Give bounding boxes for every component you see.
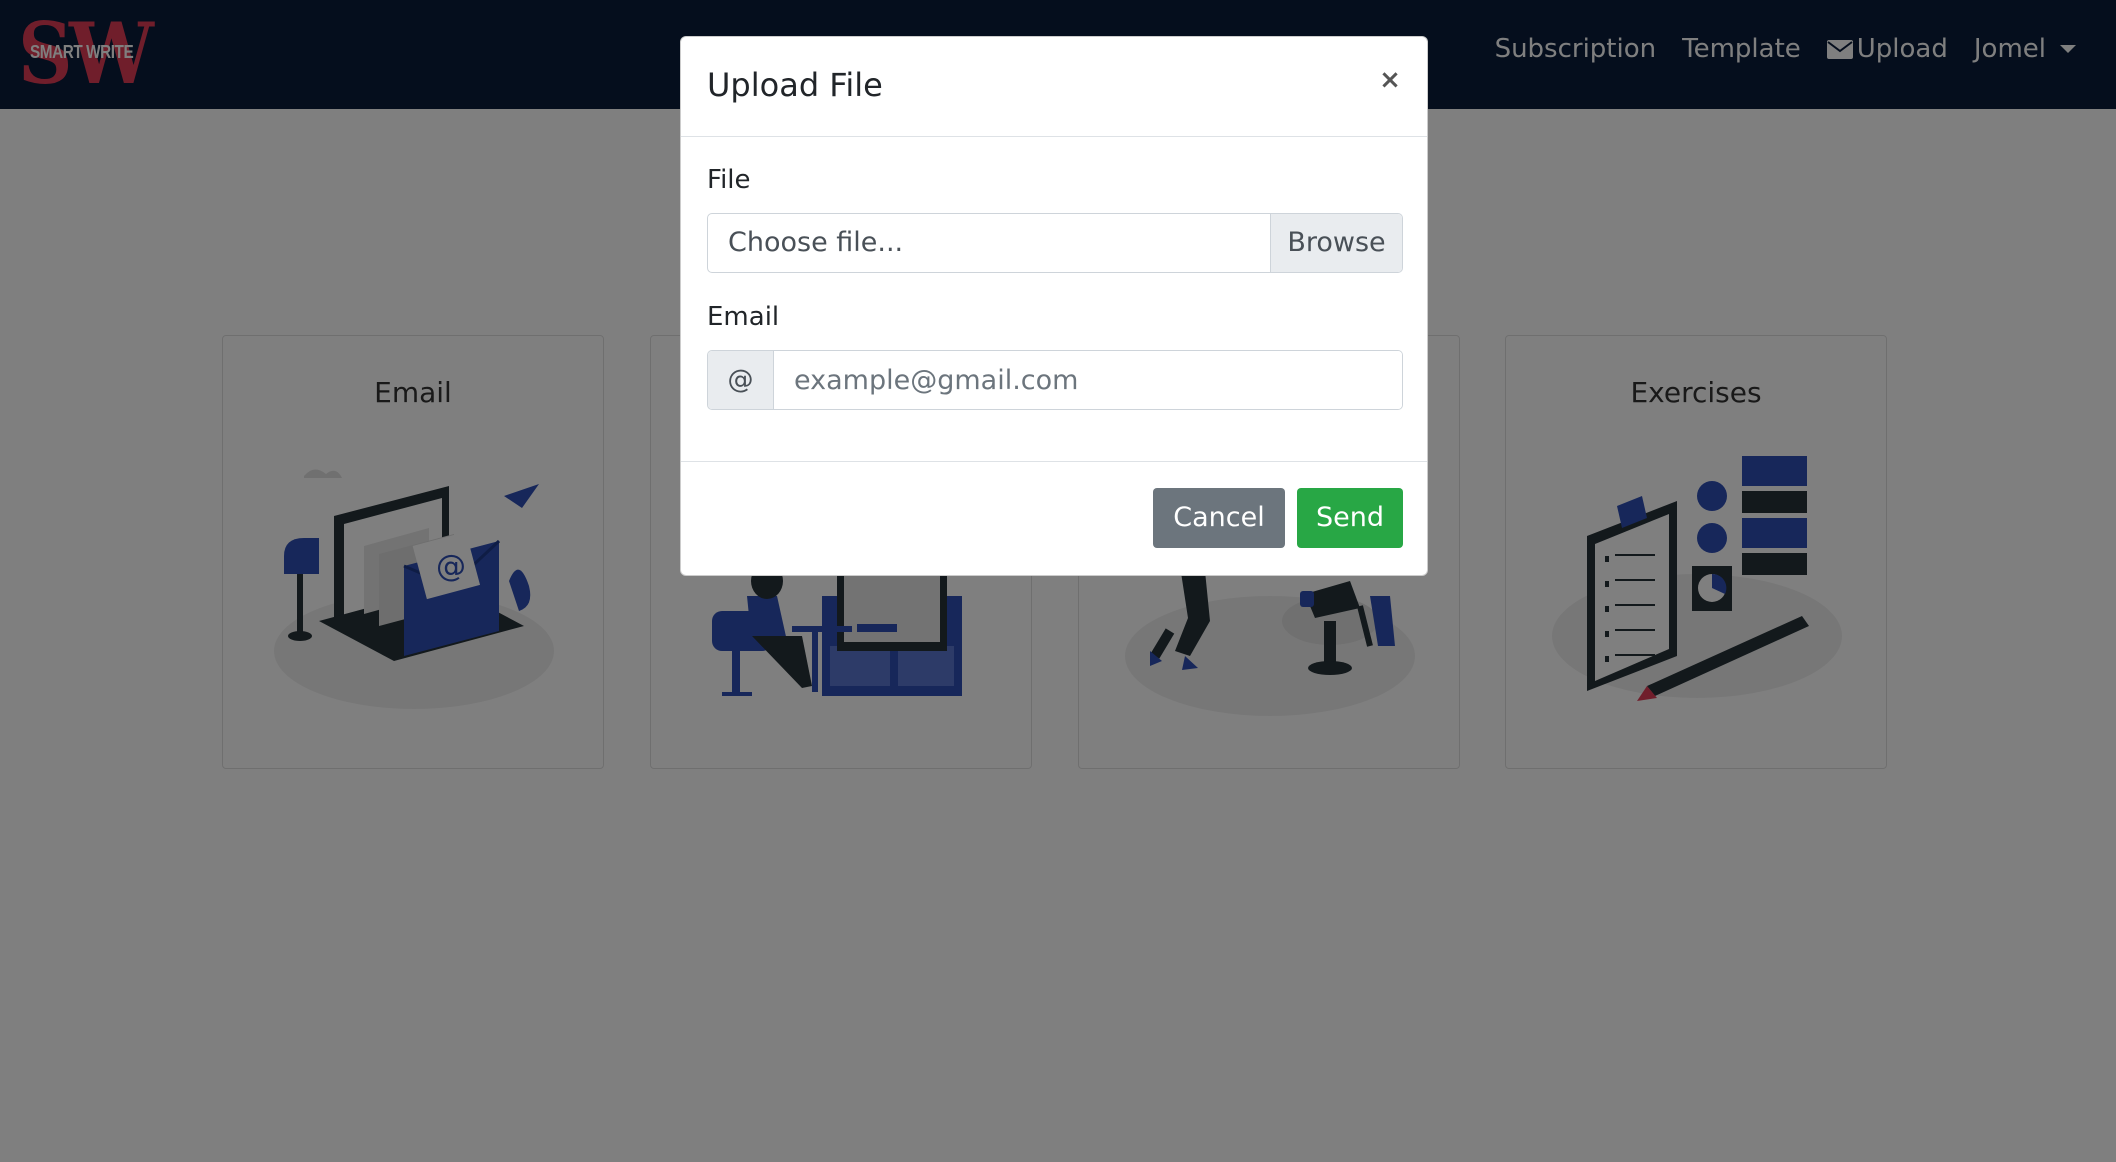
upload-file-modal: Upload File × File Choose file... Browse…	[680, 36, 1428, 576]
email-input-group: @	[707, 350, 1403, 410]
file-input[interactable]: Choose file... Browse	[707, 213, 1403, 273]
close-icon[interactable]: ×	[1375, 65, 1405, 95]
file-placeholder: Choose file...	[728, 227, 904, 258]
at-sign-addon: @	[708, 351, 774, 409]
browse-button[interactable]: Browse	[1270, 214, 1402, 272]
modal-footer: Cancel Send	[681, 461, 1427, 577]
send-button[interactable]: Send	[1297, 488, 1403, 548]
modal-title: Upload File	[707, 66, 883, 104]
email-label: Email	[707, 302, 780, 332]
cancel-button[interactable]: Cancel	[1153, 488, 1285, 548]
modal-header: Upload File ×	[681, 37, 1427, 137]
email-field[interactable]	[774, 351, 1402, 409]
file-label: File	[707, 165, 751, 195]
